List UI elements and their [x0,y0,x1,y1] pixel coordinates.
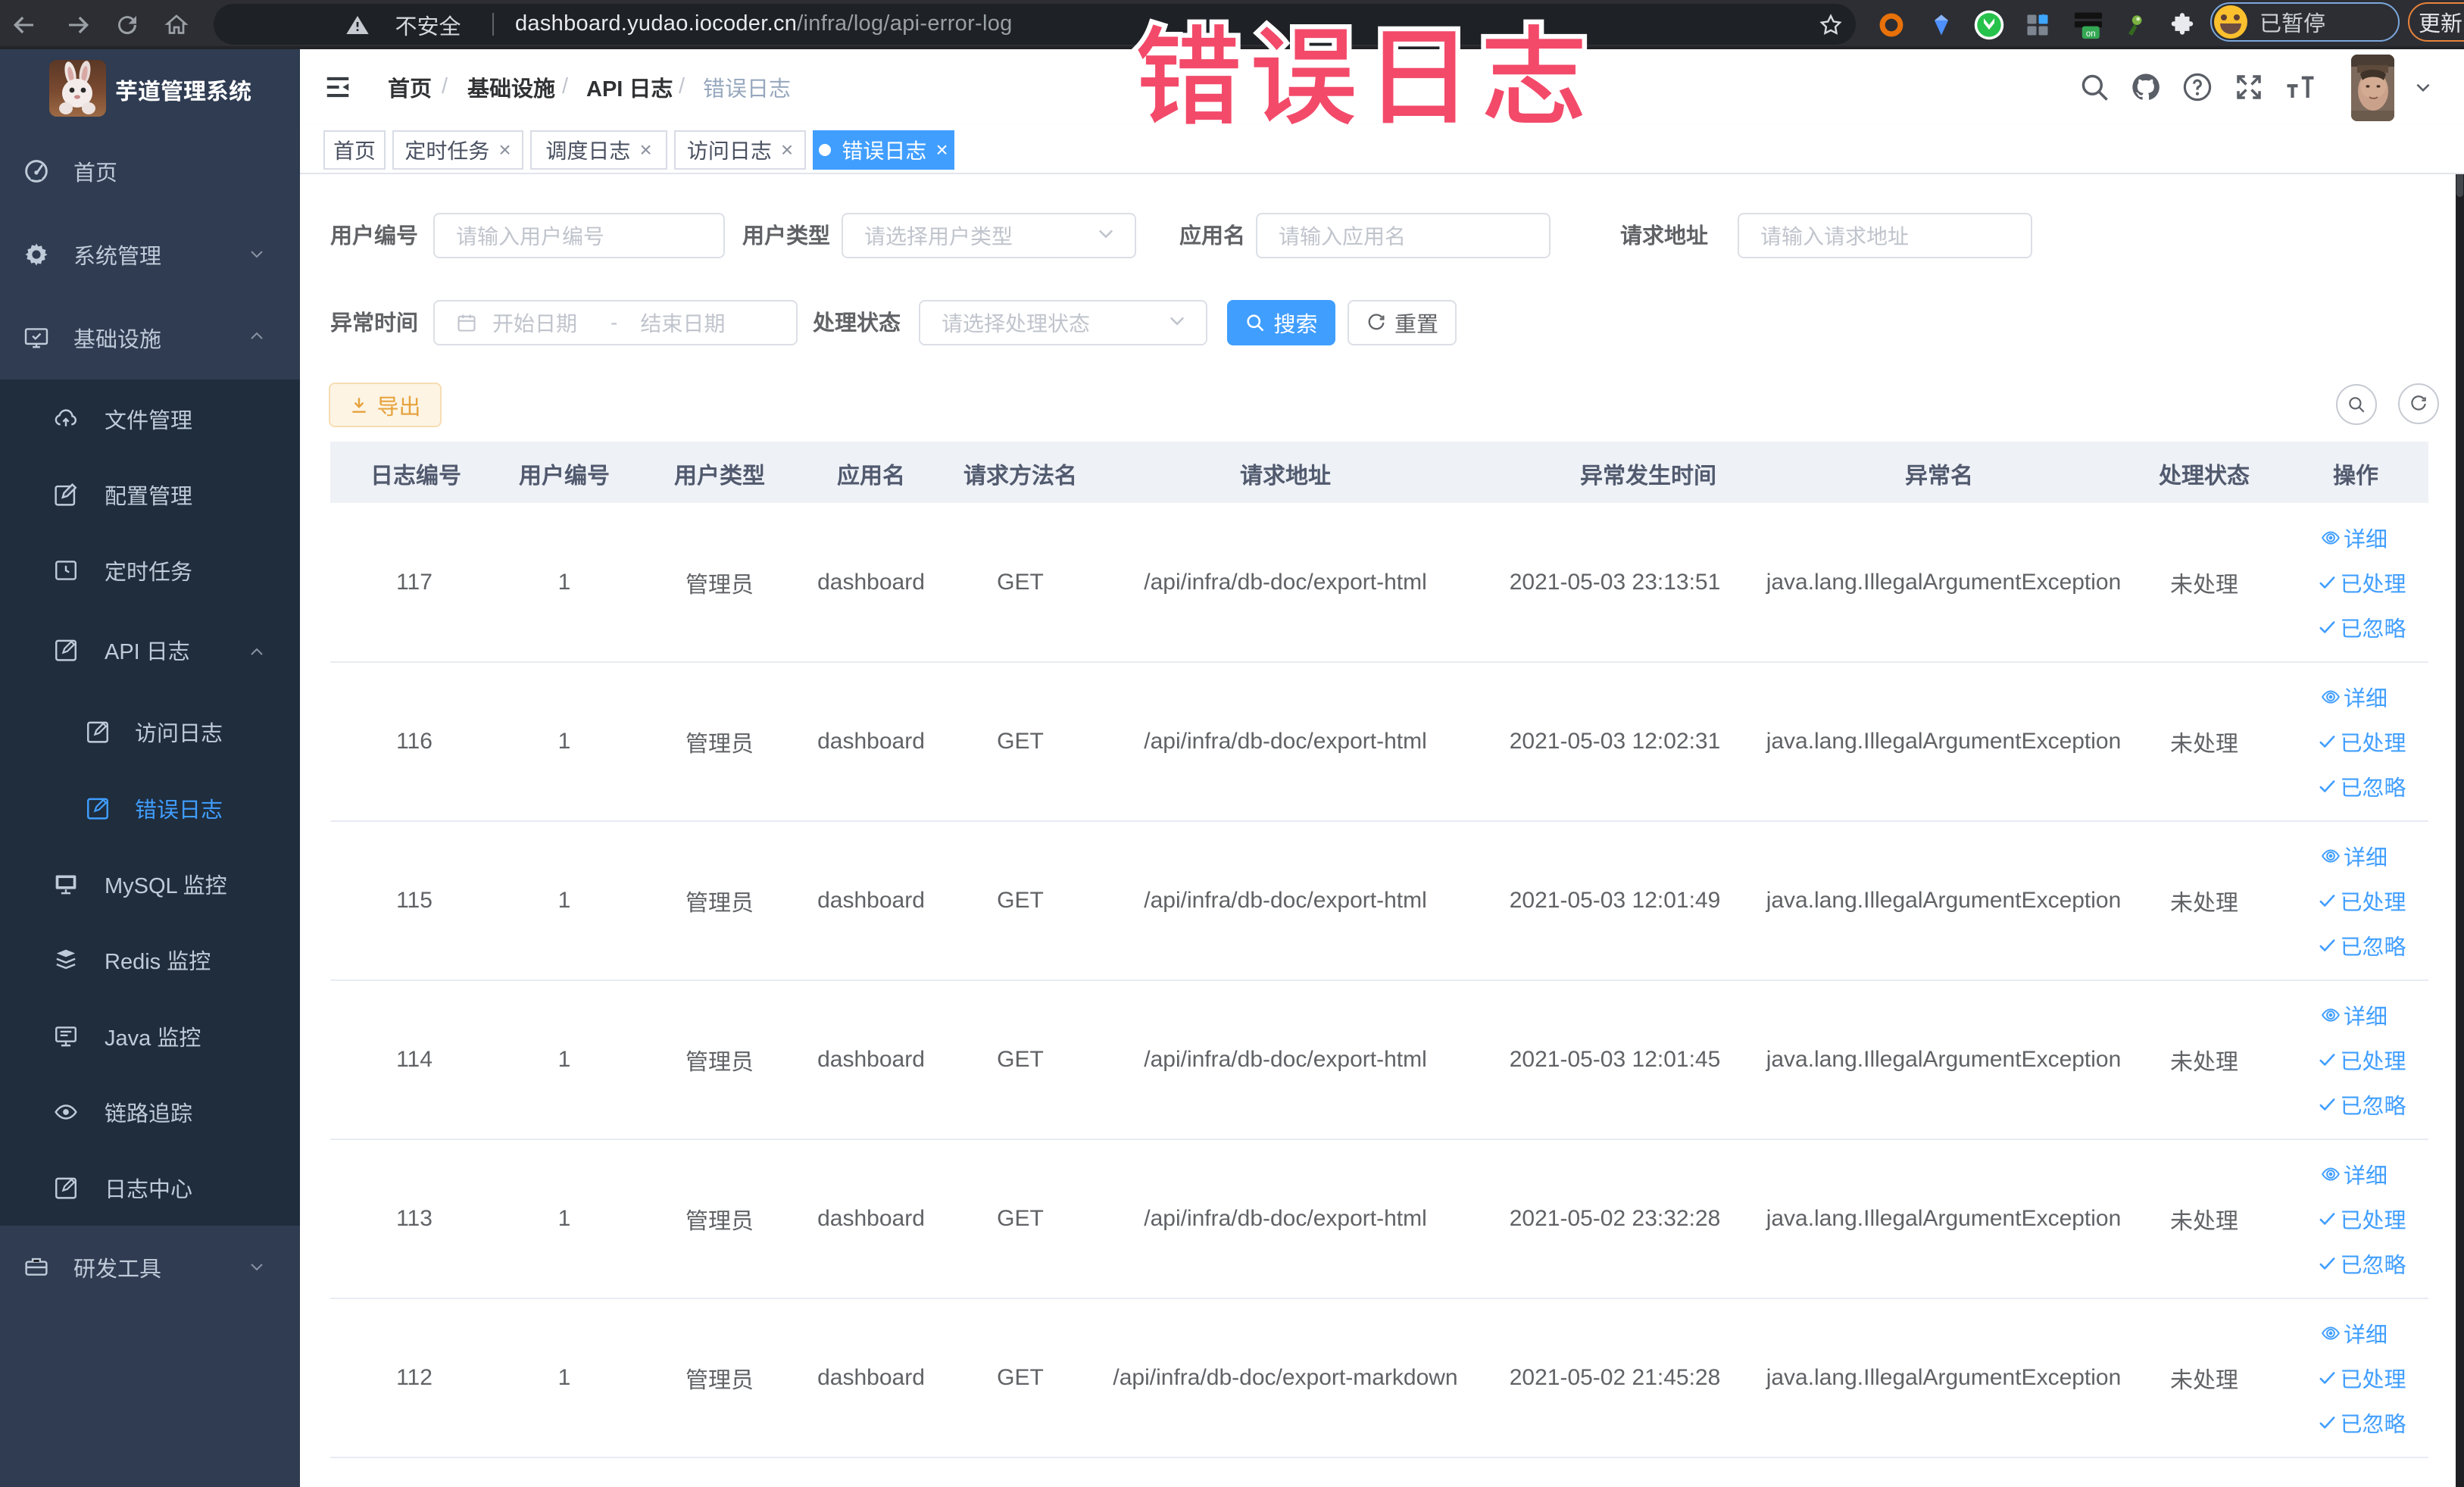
svg-text:错误日志: 错误日志 [1135,8,1595,146]
svg-text:on: on [2086,29,2096,38]
